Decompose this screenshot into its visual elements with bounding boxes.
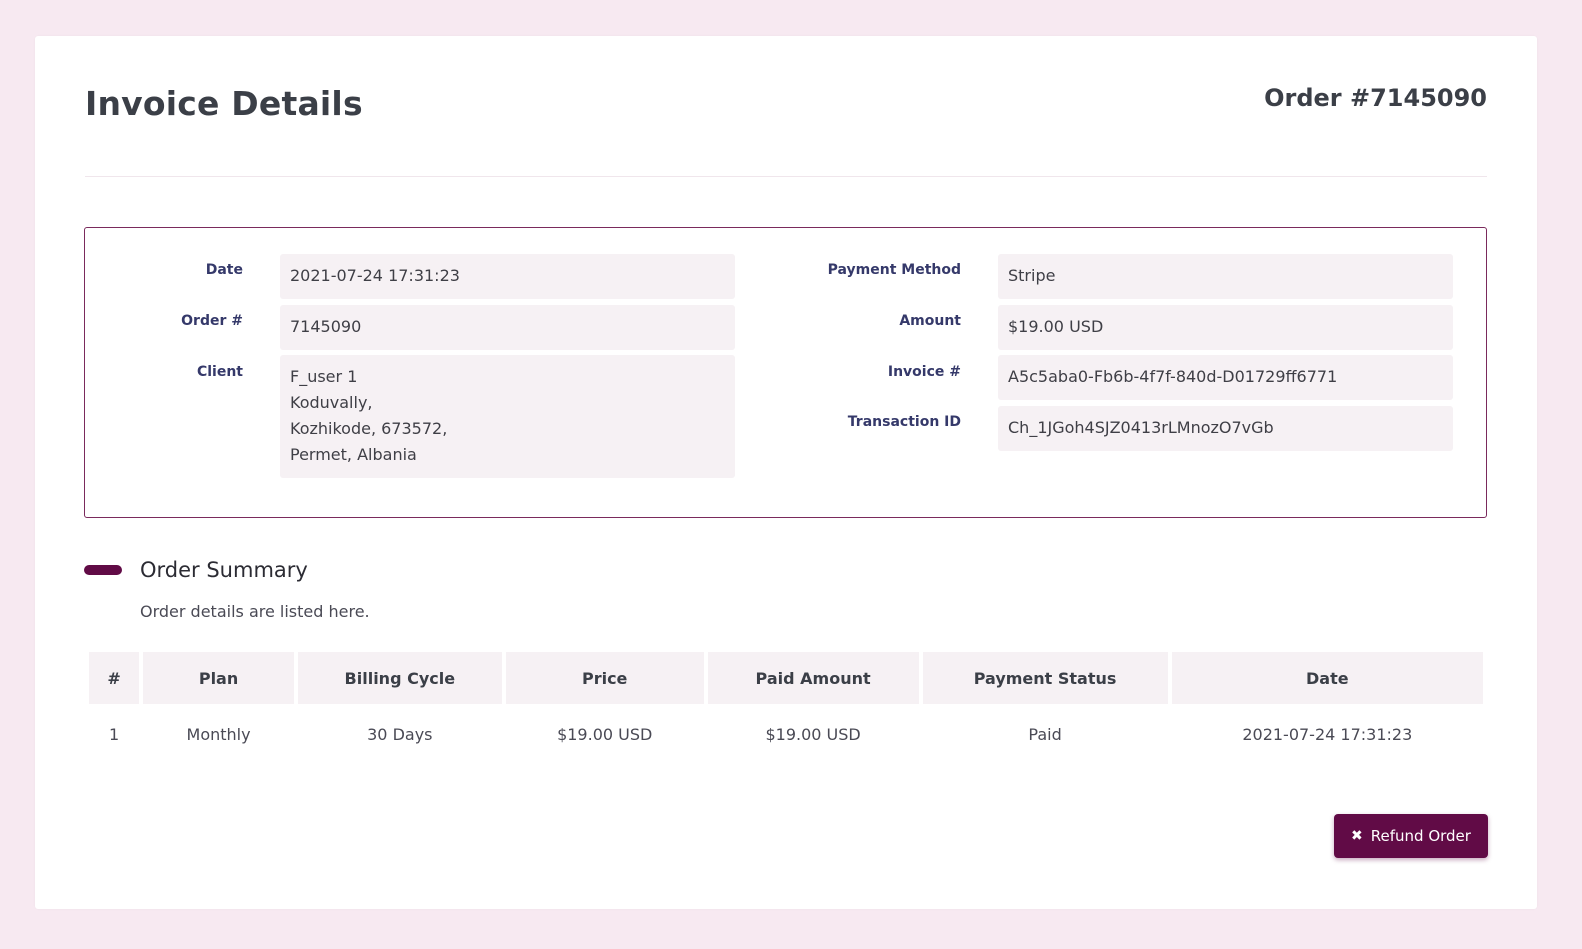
invoice-value: A5c5aba0-Fb6b-4f7f-840d-D01729ff6771: [998, 355, 1453, 400]
refund-order-button[interactable]: ✖ Refund Order: [1334, 814, 1488, 858]
section-title: Order Summary: [140, 558, 308, 582]
column-header-number: #: [89, 652, 140, 704]
amount-label: Amount: [899, 313, 961, 329]
cell-plan: Monthly: [186, 724, 251, 744]
cell-paid-amount: $19.00 USD: [765, 724, 861, 744]
page-title: Invoice Details: [85, 84, 363, 123]
payment-method-label: Payment Method: [827, 262, 961, 278]
client-line: Permet, Albania: [290, 445, 417, 464]
date-label: Date: [205, 262, 243, 278]
column-header-plan: Plan: [143, 652, 294, 704]
column-header-payment-status: Payment Status: [922, 652, 1168, 704]
invoice-card: Invoice Details Order #7145090 Date 2021…: [35, 36, 1537, 909]
column-header-date: Date: [1171, 652, 1483, 704]
table-header-row: # Plan Billing Cycle Price Paid Amount P…: [89, 652, 1483, 704]
section-accent-bar: [84, 565, 122, 575]
payment-method-value: Stripe: [998, 254, 1453, 299]
client-label: Client: [196, 364, 243, 380]
column-header-billing-cycle: Billing Cycle: [297, 652, 502, 704]
invoice-info-box: Date 2021-07-24 17:31:23 Order # 7145090…: [84, 227, 1487, 518]
client-line: F_user 1: [290, 367, 358, 386]
cell-price: $19.00 USD: [557, 724, 653, 744]
order-value: 7145090: [280, 305, 735, 350]
client-line: Koduvally,: [290, 393, 373, 412]
order-number-heading: Order #7145090: [1264, 84, 1487, 112]
table-row: 1 Monthly 30 Days $19.00 USD $19.00 USD …: [89, 704, 1483, 764]
section-subtitle: Order details are listed here.: [140, 602, 370, 621]
column-header-paid-amount: Paid Amount: [707, 652, 919, 704]
refund-order-label: Refund Order: [1370, 827, 1471, 845]
order-summary-table: # Plan Billing Cycle Price Paid Amount P…: [85, 652, 1487, 764]
cell-payment-status: Paid: [1028, 724, 1062, 744]
order-label: Order #: [181, 313, 243, 329]
close-icon: ✖: [1351, 828, 1363, 844]
transaction-label: Transaction ID: [847, 414, 961, 430]
cell-billing-cycle: 30 Days: [367, 724, 433, 744]
transaction-value: Ch_1JGoh4SJZ0413rLMnozO7vGb: [998, 406, 1453, 451]
cell-number: 1: [109, 724, 120, 744]
invoice-label: Invoice #: [887, 364, 961, 380]
column-header-price: Price: [505, 652, 704, 704]
client-value: F_user 1 Koduvally, Kozhikode, 673572, P…: [280, 355, 735, 478]
cell-date: 2021-07-24 17:31:23: [1242, 724, 1413, 744]
header-divider: [85, 176, 1487, 177]
client-line: Kozhikode, 673572,: [290, 419, 448, 438]
date-value: 2021-07-24 17:31:23: [280, 254, 735, 299]
amount-value: $19.00 USD: [998, 305, 1453, 350]
